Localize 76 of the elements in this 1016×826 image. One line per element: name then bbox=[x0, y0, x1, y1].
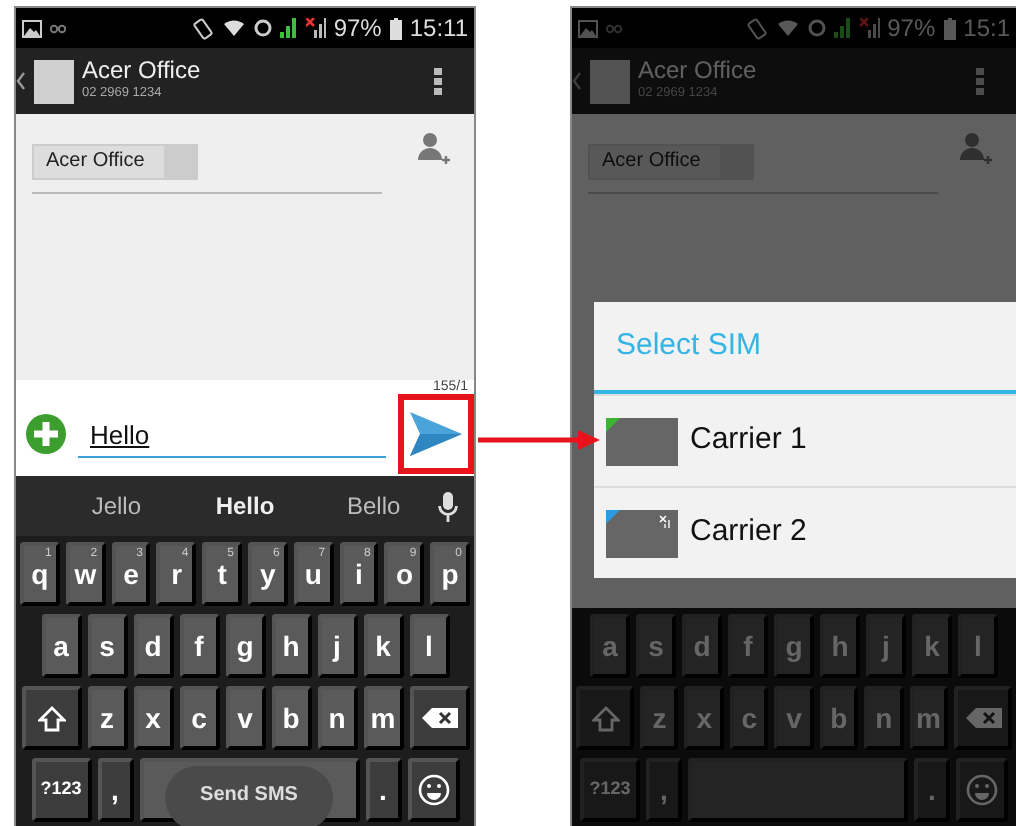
keyboard-key[interactable]: ?123 bbox=[31, 758, 91, 822]
keyboard-key[interactable]: . bbox=[365, 758, 401, 822]
send-sms-tooltip: Send SMS bbox=[164, 766, 334, 826]
rotation-icon bbox=[745, 17, 768, 39]
space-bar[interactable]: Send SMS bbox=[139, 758, 359, 822]
send-button[interactable] bbox=[398, 394, 474, 474]
sim-option-label: Carrier 2 bbox=[690, 512, 807, 553]
keyboard-key[interactable]: a bbox=[41, 614, 81, 678]
sim-card-icon bbox=[606, 509, 678, 557]
chip-avatar-placeholder bbox=[164, 145, 197, 177]
rotation-icon bbox=[191, 17, 214, 39]
no-signal-icon bbox=[859, 18, 880, 38]
suggestion[interactable]: Hello bbox=[180, 488, 310, 524]
add-attachment-icon[interactable] bbox=[26, 414, 66, 454]
keyboard-key[interactable]: f bbox=[179, 614, 219, 678]
shift-icon bbox=[591, 705, 619, 731]
keyboard-key[interactable]: k bbox=[363, 614, 403, 678]
smiley-icon bbox=[966, 774, 998, 806]
battery-icon bbox=[943, 17, 956, 39]
avatar-placeholder bbox=[34, 59, 74, 103]
message-field[interactable]: Hello bbox=[78, 412, 386, 458]
voicemail-icon bbox=[606, 23, 622, 33]
no-signal-icon bbox=[305, 18, 326, 38]
clock: 15:11 bbox=[409, 12, 468, 46]
keyboard-key[interactable]: z bbox=[87, 686, 127, 750]
keyboard-key[interactable]: v bbox=[225, 686, 265, 750]
keyboard-key[interactable]: s bbox=[87, 614, 127, 678]
dialog-title: Select SIM bbox=[594, 302, 1016, 394]
send-icon bbox=[410, 412, 462, 456]
keyboard-key[interactable]: g bbox=[225, 614, 265, 678]
keyboard-key[interactable]: c bbox=[179, 686, 219, 750]
image-icon bbox=[578, 19, 598, 37]
recipient-name: Acer Office bbox=[46, 148, 145, 176]
sim-option[interactable]: Carrier 2 bbox=[594, 486, 1016, 578]
suggestion[interactable]: Bello bbox=[309, 488, 438, 524]
wifi-icon bbox=[775, 18, 800, 38]
wifi-icon bbox=[221, 18, 246, 38]
avatar-placeholder bbox=[590, 59, 630, 103]
keyboard-key[interactable]: n bbox=[317, 686, 357, 750]
voicemail-icon bbox=[50, 23, 66, 33]
battery-icon bbox=[389, 17, 402, 39]
clock: 15:1 bbox=[963, 12, 1010, 46]
overflow-menu-icon[interactable] bbox=[434, 67, 442, 95]
contact-name: Acer Office bbox=[82, 58, 203, 85]
battery-level: 97% bbox=[333, 12, 382, 46]
backspace-icon bbox=[965, 708, 1001, 728]
emoji-key[interactable] bbox=[407, 758, 459, 822]
keyboard-key[interactable]: b bbox=[271, 686, 311, 750]
recipient-name: Acer Office bbox=[602, 148, 701, 176]
microphone-icon[interactable] bbox=[437, 491, 458, 521]
smiley-icon bbox=[417, 774, 449, 806]
keyboard-key[interactable]: x bbox=[133, 686, 173, 750]
contact-name: Acer Office bbox=[638, 58, 759, 85]
image-icon bbox=[22, 19, 42, 37]
back-icon[interactable] bbox=[16, 72, 26, 90]
suggestion[interactable]: Jello bbox=[52, 488, 181, 524]
sim-card-icon bbox=[606, 417, 678, 465]
backspace-key[interactable] bbox=[409, 686, 469, 750]
sim-option-label: Carrier 1 bbox=[690, 420, 807, 461]
keyboard-key[interactable]: l bbox=[409, 614, 449, 678]
add-contact-icon[interactable] bbox=[418, 132, 450, 168]
keyboard-key[interactable]: , bbox=[97, 758, 133, 822]
battery-level: 97% bbox=[887, 12, 936, 46]
shift-key[interactable] bbox=[21, 686, 81, 750]
sim-option[interactable]: Carrier 1 bbox=[594, 394, 1016, 486]
keyboard-key[interactable]: m bbox=[363, 686, 403, 750]
keyboard-key[interactable]: j bbox=[317, 614, 357, 678]
shift-icon bbox=[37, 705, 65, 731]
keyboard-key[interactable]: h bbox=[271, 614, 311, 678]
arrow bbox=[478, 428, 602, 452]
backspace-icon bbox=[421, 708, 457, 728]
signal-icon bbox=[279, 18, 298, 38]
recipient-chip[interactable]: Acer Office bbox=[32, 143, 199, 179]
add-contact-icon[interactable] bbox=[960, 132, 992, 168]
keyboard-key[interactable]: d bbox=[133, 614, 173, 678]
signal-icon bbox=[833, 18, 852, 38]
